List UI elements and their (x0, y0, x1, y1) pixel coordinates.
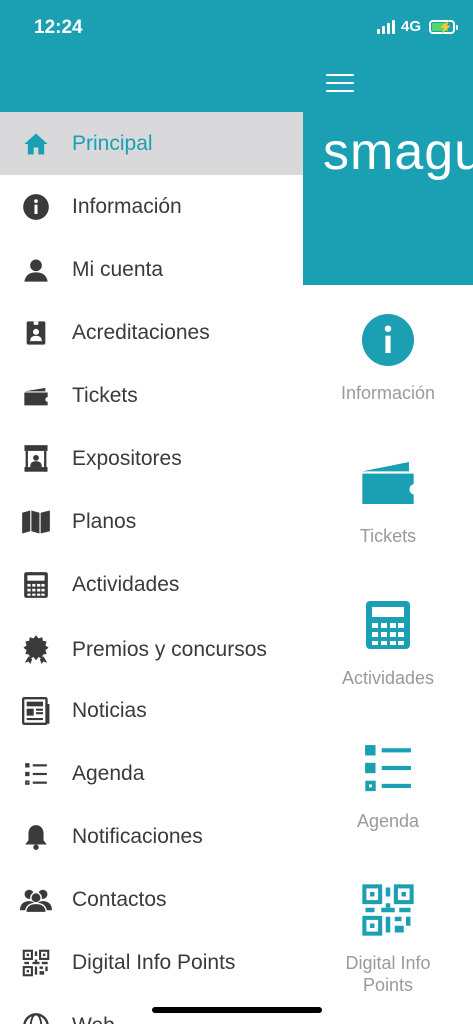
ticket-icon (20, 380, 52, 412)
signal-icon (376, 19, 395, 34)
drawer-item-premios[interactable]: Premios y concursos (0, 616, 303, 682)
drawer-item-label: Expositores (72, 447, 182, 470)
tile-label: Actividades (341, 668, 435, 688)
tile-label: Digital Info Points (345, 953, 431, 995)
brand-banner: smagu (303, 112, 473, 285)
status-time: 12:24 (34, 17, 83, 38)
drawer-item-digital-info-points[interactable]: Digital Info Points (0, 931, 303, 994)
side-drawer: Principal Información Mi cuenta Acredita… (0, 112, 303, 1024)
tile-digital-info-points[interactable]: Digital Info Points (303, 880, 473, 996)
drawer-item-label: Principal (72, 132, 153, 155)
drawer-item-label: Tickets (72, 384, 138, 407)
hamburger-menu-icon[interactable] (326, 72, 354, 94)
ticket-icon (358, 453, 418, 513)
newspaper-icon (20, 695, 52, 727)
info-icon (20, 191, 52, 223)
app-screen: 12:24 4G ⚡ Principal Información Mi cuen… (0, 0, 473, 1024)
tile-label: Información (340, 383, 436, 403)
network-label: 4G (400, 18, 421, 35)
drawer-item-principal[interactable]: Principal (0, 112, 303, 175)
header-bar: 12:24 4G ⚡ (0, 0, 473, 112)
list-icon (20, 758, 52, 790)
tile-label: Agenda (356, 811, 420, 831)
map-icon (20, 506, 52, 538)
drawer-item-informacion[interactable]: Información (0, 175, 303, 238)
tile-tickets[interactable]: Tickets (303, 453, 473, 547)
drawer-item-label: Acreditaciones (72, 321, 210, 344)
user-icon (20, 254, 52, 286)
tile-agenda[interactable]: Agenda (303, 738, 473, 832)
home-indicator (152, 1007, 322, 1013)
drawer-item-label: Mi cuenta (72, 258, 164, 281)
info-icon (358, 310, 418, 370)
drawer-item-agenda[interactable]: Agenda (0, 742, 303, 805)
home-icon (20, 128, 52, 160)
drawer-item-planos[interactable]: Planos (0, 490, 303, 553)
contacts-icon (20, 884, 52, 916)
list-icon (358, 738, 418, 798)
drawer-item-expositores[interactable]: Expositores (0, 427, 303, 490)
drawer-item-label: Notificaciones (72, 825, 203, 848)
drawer-item-actividades[interactable]: Actividades (0, 553, 303, 616)
status-indicators: 4G ⚡ (376, 18, 458, 35)
drawer-item-acreditaciones[interactable]: Acreditaciones (0, 301, 303, 364)
drawer-item-label: Digital Info Points (72, 951, 236, 974)
drawer-item-noticias[interactable]: Noticias (0, 679, 303, 742)
booth-icon (20, 443, 52, 475)
drawer-item-notificaciones[interactable]: Notificaciones (0, 805, 303, 868)
qr-icon (358, 880, 418, 940)
drawer-item-contactos[interactable]: Contactos (0, 868, 303, 931)
calculator-icon (358, 595, 418, 655)
drawer-item-label: Agenda (72, 762, 145, 785)
drawer-item-tickets[interactable]: Tickets (0, 364, 303, 427)
qr-icon (20, 947, 52, 979)
drawer-item-mi-cuenta[interactable]: Mi cuenta (0, 238, 303, 301)
drawer-item-label: Contactos (72, 888, 167, 911)
drawer-item-label: Información (72, 195, 182, 218)
tile-label: Tickets (359, 526, 417, 546)
drawer-item-label: Actividades (72, 573, 180, 596)
drawer-item-label: Planos (72, 510, 137, 533)
drawer-item-label: Web (72, 1012, 292, 1024)
bell-icon (20, 821, 52, 853)
brand-logo: smagu (323, 123, 473, 181)
award-icon (20, 633, 52, 665)
drawer-item-label: Noticias (72, 699, 147, 722)
tile-informacion[interactable]: Información (303, 310, 473, 404)
calculator-icon (20, 569, 52, 601)
tile-actividades[interactable]: Actividades (303, 595, 473, 689)
badge-icon (20, 317, 52, 349)
globe-icon (20, 1010, 52, 1024)
drawer-item-label: Premios y concursos (72, 637, 267, 661)
battery-icon: ⚡ (429, 19, 458, 34)
